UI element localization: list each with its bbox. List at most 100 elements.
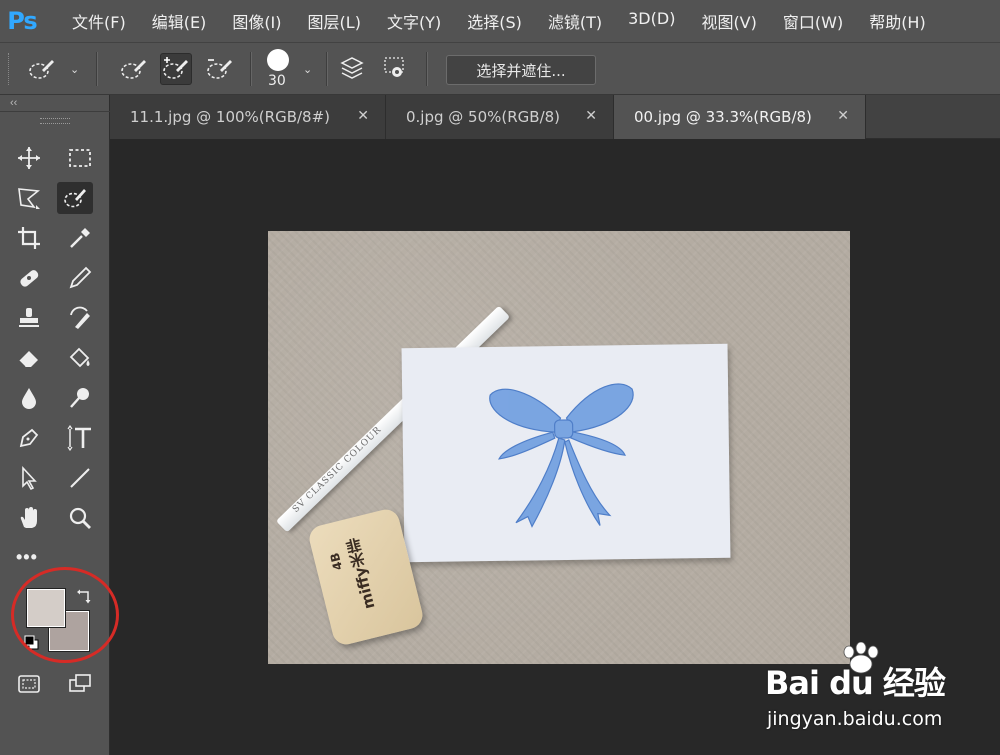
line-icon [70,468,90,488]
eraser-grade: 4B [327,551,346,572]
divider [250,52,252,86]
tab-label: 00.jpg @ 33.3%(RGB/8) [634,108,812,126]
options-bar: ⌄ 30 ⌄ 选择并遮住... [0,42,1000,95]
add-to-selection-icon [163,57,188,79]
menu-filter[interactable]: 滤镜(T) [548,9,602,33]
menu-items: 文件(F) 编辑(E) 图像(I) 图层(L) 文字(Y) 选择(S) 滤镜(T… [72,9,952,33]
menu-file[interactable]: 文件(F) [72,9,126,33]
menu-3d[interactable]: 3D(D) [628,9,675,33]
menu-select[interactable]: 选择(S) [467,9,522,33]
chevron-down-icon[interactable]: ⌄ [303,63,312,76]
marquee-icon [69,149,91,167]
tool-preset-picker[interactable] [26,53,58,85]
collapse-panel-icon[interactable]: ‹‹ [10,97,17,109]
brush-size-value: 30 [268,73,286,89]
divider [96,52,98,86]
menu-view[interactable]: 视图(V) [701,9,756,33]
paint-bucket-tool[interactable] [62,342,98,374]
eyedropper-tool[interactable] [62,222,98,254]
screen-mode-button[interactable] [62,668,98,700]
blue-bow-drawing [489,383,634,528]
quick-selection-icon [64,189,86,208]
chevron-down-icon[interactable]: ⌄ [70,63,79,76]
magnifier-icon [69,507,91,529]
menu-edit[interactable]: 编辑(E) [152,9,207,33]
default-colors-icon[interactable] [24,635,40,651]
quick-mask-icon [18,675,40,693]
quick-mask-button[interactable] [11,668,47,700]
crop-icon [18,227,40,249]
tools-panel: ‹‹ ••• [0,95,119,755]
watermark-brand: Bai du 经验 [765,664,946,702]
water-drop-icon [22,388,36,409]
polygonal-lasso-icon [18,188,41,209]
eraser-icon [18,351,38,368]
pen-nib-icon [19,428,39,448]
clone-stamp-tool[interactable] [11,302,47,334]
options-bar-grip[interactable] [8,53,11,85]
foreground-color-swatch[interactable] [27,589,65,627]
document-tabs: 11.1.jpg @ 100%(RGB/8#) ✕ 0.jpg @ 50%(RG… [110,95,1000,139]
divider [326,52,328,86]
add-to-selection-button[interactable] [160,53,192,85]
healing-bandage-icon [20,270,39,287]
arrow-pointer-icon [22,465,37,491]
path-selection-tool[interactable] [11,462,47,494]
eraser-brand: miffy米菲 [343,536,379,611]
menu-window[interactable]: 窗口(W) [783,9,843,33]
auto-enhance-button[interactable] [380,53,412,85]
layers-stack-icon [340,57,364,79]
history-brush-icon [70,306,90,329]
move-tool[interactable] [11,142,47,174]
brush-preview-icon[interactable] [267,49,289,71]
dodge-tool[interactable] [62,382,98,414]
crop-tool[interactable] [11,222,47,254]
vertical-type-icon [67,425,91,451]
menu-type[interactable]: 文字(Y) [387,9,441,33]
new-selection-button[interactable] [118,53,150,85]
pen-tool[interactable] [11,422,47,454]
screen-mode-icon [69,674,91,692]
menu-help[interactable]: 帮助(H) [869,9,926,33]
pencil-icon [69,266,92,289]
brush-tool[interactable] [62,262,98,294]
auto-enhance-icon [384,57,404,77]
tab-00-jpg[interactable]: 00.jpg @ 33.3%(RGB/8) ✕ [614,95,866,139]
close-icon[interactable]: ✕ [585,108,597,124]
swap-colors-icon[interactable] [76,589,92,605]
select-and-mask-button[interactable]: 选择并遮住... [446,55,596,85]
eraser-tool[interactable] [11,342,47,374]
move-icon [18,147,40,169]
lasso-tool[interactable] [11,182,47,214]
history-brush-tool[interactable] [62,302,98,334]
tab-label: 0.jpg @ 50%(RGB/8) [406,108,561,126]
zoom-tool[interactable] [62,502,98,534]
eyedropper-icon [70,228,90,248]
type-tool[interactable] [62,422,98,454]
subtract-from-selection-icon [207,59,232,79]
blur-tool[interactable] [11,382,47,414]
toolbar-grip[interactable] [40,118,70,124]
close-icon[interactable]: ✕ [357,108,369,124]
edit-toolbar-more-icon[interactable]: ••• [16,547,38,568]
menu-layer[interactable]: 图层(L) [308,9,361,33]
divider [426,52,428,86]
tab-11-1-jpg[interactable]: 11.1.jpg @ 100%(RGB/8#) ✕ [110,95,386,139]
spot-healing-brush-tool[interactable] [11,262,47,294]
subtract-from-selection-button[interactable] [204,53,236,85]
hand-tool[interactable] [11,502,47,534]
rectangular-marquee-tool[interactable] [62,142,98,174]
line-tool[interactable] [62,462,98,494]
close-icon[interactable]: ✕ [837,108,849,124]
stamp-icon [19,308,39,327]
toolbar-header-divider [0,111,110,112]
watermark-url: jingyan.baidu.com [767,708,943,730]
baidu-jingyan-watermark: Bai du 经验 jingyan.baidu.com [765,642,995,738]
menu-image[interactable]: 图像(I) [232,9,281,33]
hand-icon [20,507,37,528]
sample-all-layers-button[interactable] [336,53,368,85]
tab-0-jpg[interactable]: 0.jpg @ 50%(RGB/8) ✕ [386,95,614,139]
document-image[interactable]: SV CLASSIC COLOUR miffy米菲 4B [268,231,850,664]
new-selection-icon [121,60,146,79]
quick-selection-tool[interactable] [57,182,93,214]
